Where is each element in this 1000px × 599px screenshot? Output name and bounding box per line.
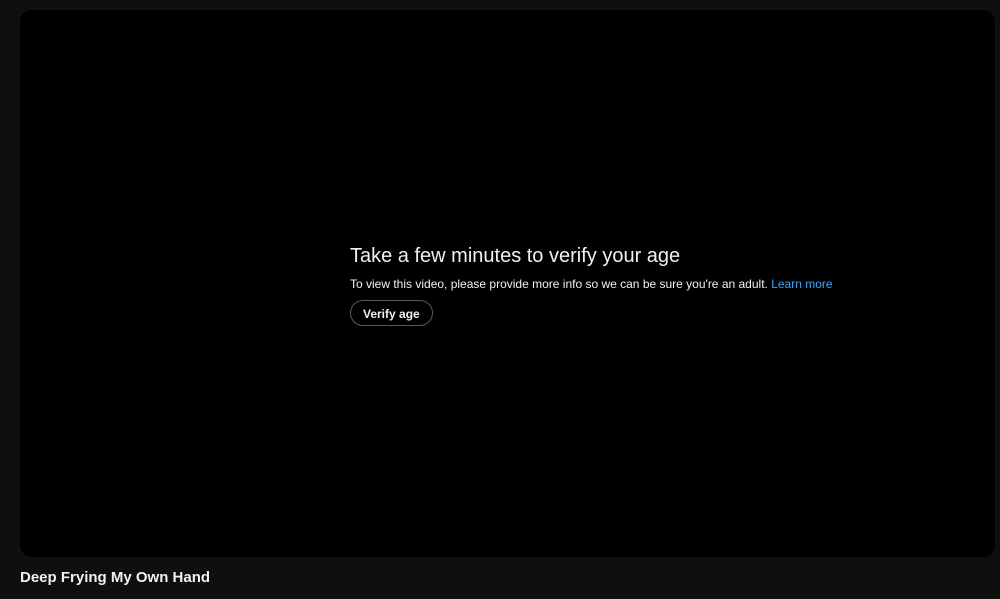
watch-page: Take a few minutes to verify your age To…	[0, 0, 1000, 599]
video-player[interactable]: Take a few minutes to verify your age To…	[20, 10, 995, 557]
age-gate-title: Take a few minutes to verify your age	[350, 245, 681, 267]
verify-age-button[interactable]: Verify age	[350, 300, 433, 326]
age-gate-message-text: To view this video, please provide more …	[350, 277, 768, 291]
age-gate-message: To view this video, please provide more …	[350, 276, 910, 292]
learn-more-link[interactable]: Learn more	[771, 277, 832, 291]
video-title: Deep Frying My Own Hand	[20, 569, 211, 586]
age-verification-gate: Take a few minutes to verify your age To…	[350, 244, 910, 326]
